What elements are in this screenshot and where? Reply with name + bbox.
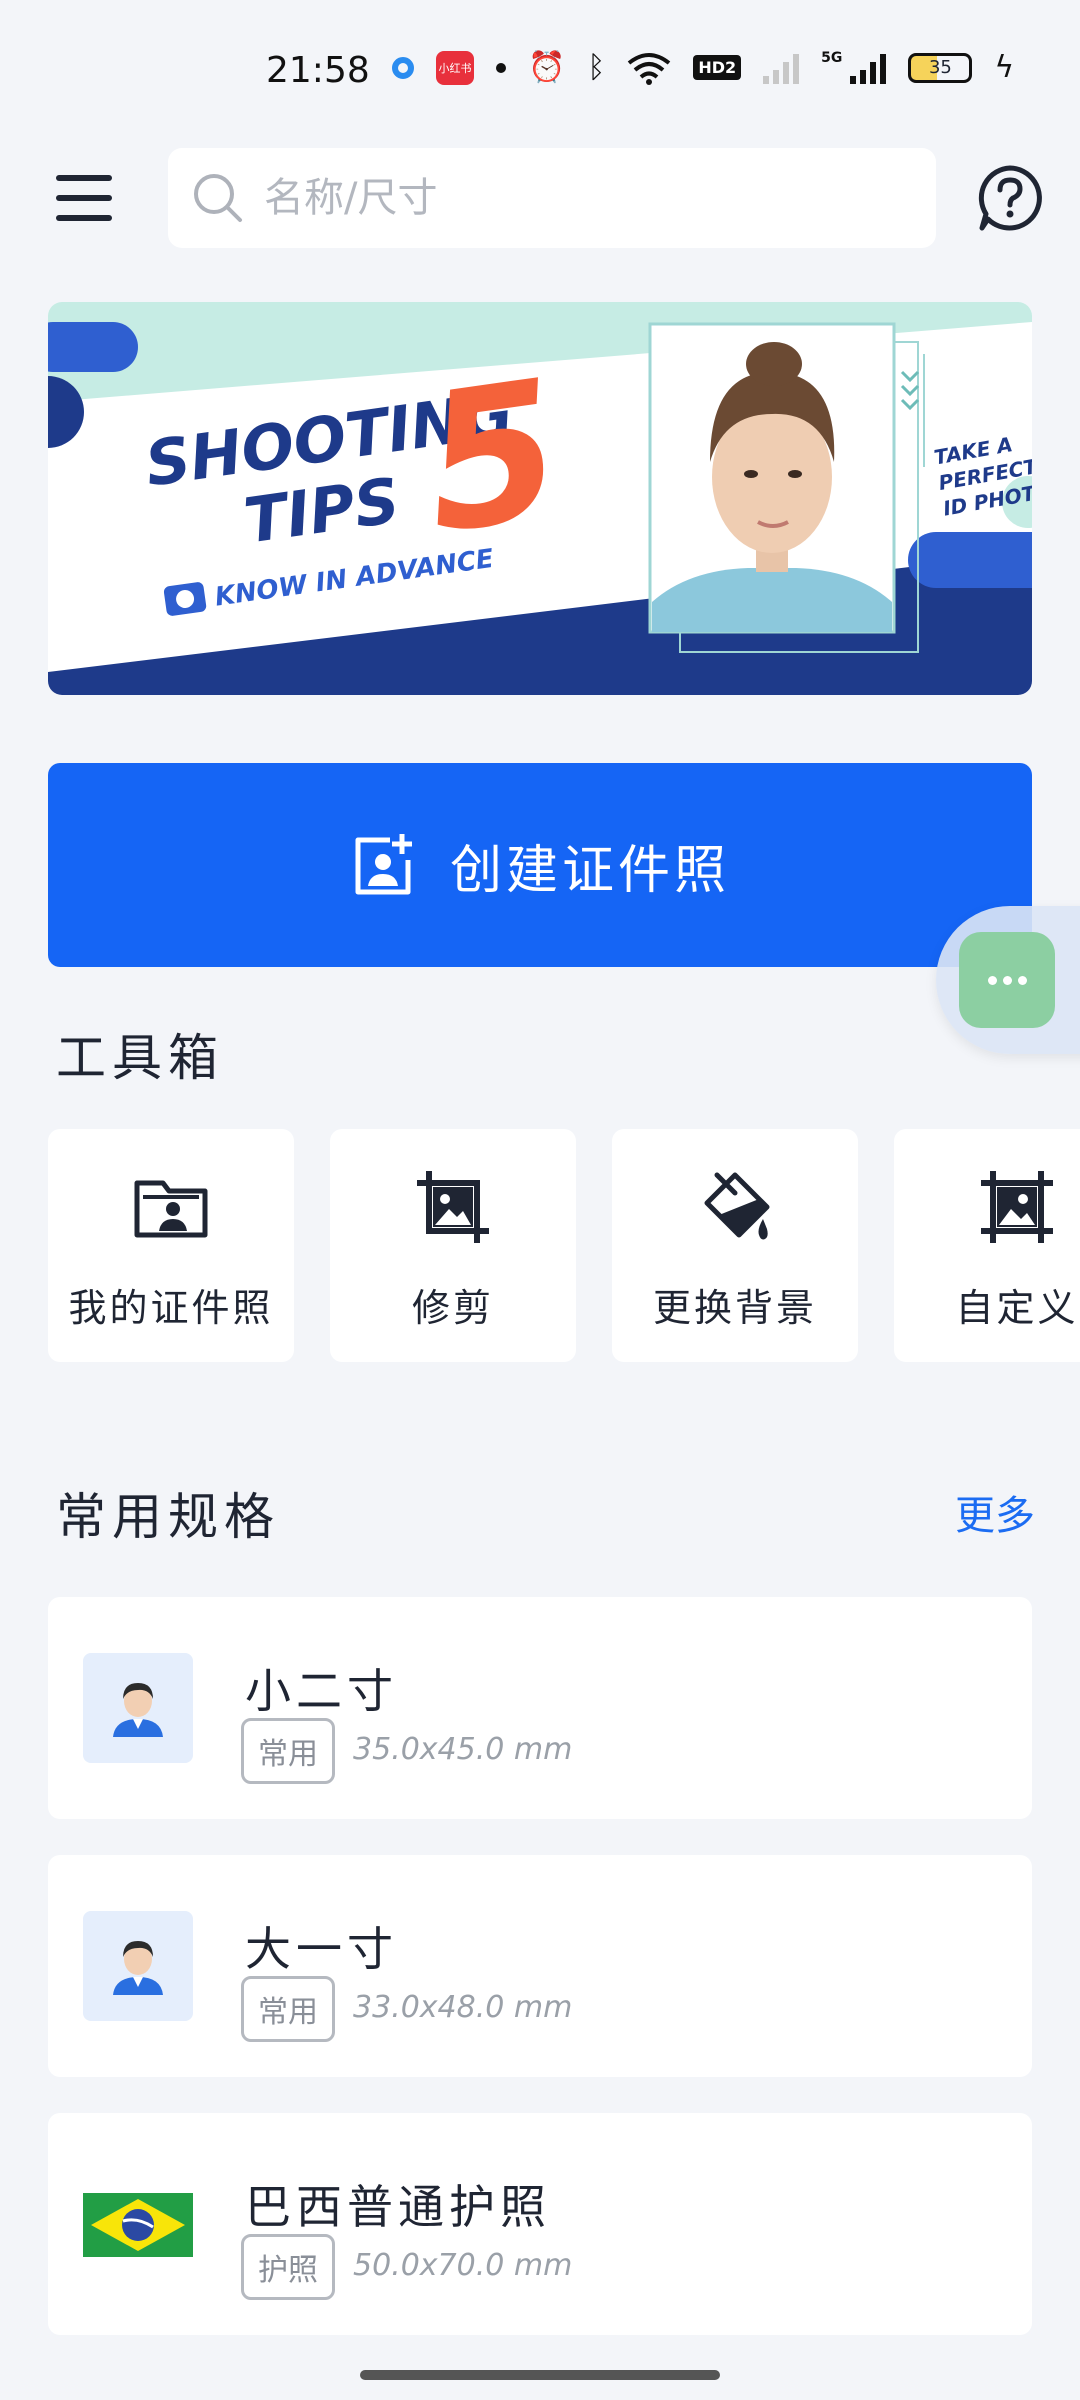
create-button-label: 创建证件照 <box>449 840 730 901</box>
signal-sim2-icon <box>850 52 887 84</box>
spec-size: 50.0x70.0 mm <box>353 2248 573 2283</box>
shooting-tips-banner[interactable]: SHOOTING TIPS 5 KNOW IN ADVANCE TAKE A P… <box>48 302 1032 695</box>
xiaohongshu-app-icon: 小红书 <box>436 50 474 85</box>
wifi-icon <box>628 52 671 85</box>
alarm-icon: ⏰ <box>528 50 566 85</box>
spec-title: 巴西普通护照 <box>245 2180 551 2234</box>
help-icon[interactable] <box>976 164 1044 232</box>
spec-thumbnail <box>83 2169 193 2279</box>
spec-title: 大一寸 <box>245 1922 398 1976</box>
avatar-icon <box>113 1941 163 1995</box>
banner-number: 5 <box>412 339 574 576</box>
menu-icon[interactable] <box>56 175 112 221</box>
add-photo-icon <box>355 834 412 895</box>
status-icons: 小红书 ⏰ ᛒ HD2 5G 35 ϟ <box>392 50 1014 85</box>
folder-person-icon <box>134 1180 208 1238</box>
spec-size: 33.0x48.0 mm <box>353 1990 573 2025</box>
avatar-icon <box>113 1683 163 1737</box>
notification-dot-icon <box>496 62 506 73</box>
tool-my-id-photos[interactable]: 我的证件照 <box>48 1129 294 1362</box>
spec-thumbnail <box>83 1653 193 1763</box>
more-link[interactable]: 更多 <box>955 1483 1035 1541</box>
floating-more-button[interactable] <box>959 932 1055 1028</box>
banner-artwork: SHOOTING TIPS 5 KNOW IN ADVANCE TAKE A P… <box>48 302 1032 695</box>
custom-frame-icon <box>981 1171 1053 1243</box>
paint-bucket-icon <box>704 1172 770 1240</box>
spec-item-small-two-inch[interactable]: 小二寸 常用 35.0x45.0 mm <box>48 1597 1032 1819</box>
status-bar: 21:58 小红书 ⏰ ᛒ HD2 5G 35 ϟ <box>0 0 1080 140</box>
search-input[interactable] <box>264 175 904 221</box>
spec-title: 小二寸 <box>245 1664 398 1718</box>
bluetooth-icon: ᛒ <box>587 50 606 85</box>
signal-sim1-icon <box>763 52 800 84</box>
spec-tag: 常用 <box>241 1718 335 1784</box>
tool-change-background[interactable]: 更换背景 <box>612 1129 858 1362</box>
app-screen: 21:58 小红书 ⏰ ᛒ HD2 5G 35 ϟ 名称/尺寸 SHOOTING… <box>0 0 1080 2400</box>
spec-tag: 护照 <box>241 2234 335 2300</box>
network-type: 5G <box>821 50 843 66</box>
spec-thumbnail <box>83 1911 193 2021</box>
battery-icon: 35 <box>908 52 973 83</box>
tool-label: 修剪 <box>411 1286 494 1330</box>
spec-item-brazil-passport[interactable]: 巴西普通护照 护照 50.0x70.0 mm <box>48 2113 1032 2335</box>
notification-app-icon <box>392 56 414 79</box>
charging-icon: ϟ <box>994 50 1015 85</box>
tool-label: 我的证件照 <box>68 1286 274 1330</box>
tool-label: 自定义 <box>955 1286 1079 1330</box>
spec-item-large-one-inch[interactable]: 大一寸 常用 33.0x48.0 mm <box>48 1855 1032 2077</box>
tool-label: 更换背景 <box>652 1286 817 1330</box>
crop-icon <box>417 1171 489 1243</box>
home-indicator[interactable] <box>360 2370 720 2380</box>
tool-crop[interactable]: 修剪 <box>330 1129 576 1362</box>
tool-custom[interactable]: 自定义 <box>894 1129 1080 1362</box>
toolbox-title: 工具箱 <box>56 1029 224 1087</box>
spec-tag: 常用 <box>241 1976 335 2042</box>
spec-size: 35.0x45.0 mm <box>353 1732 573 1767</box>
specs-title: 常用规格 <box>56 1488 280 1546</box>
hd-voice-icon: HD2 <box>693 55 742 80</box>
search-icon <box>194 174 242 222</box>
status-time: 21:58 <box>266 50 370 91</box>
brazil-flag-icon <box>83 2193 193 2257</box>
search-bar[interactable] <box>168 148 936 248</box>
create-id-photo-button[interactable]: 创建证件照 <box>48 763 1032 967</box>
